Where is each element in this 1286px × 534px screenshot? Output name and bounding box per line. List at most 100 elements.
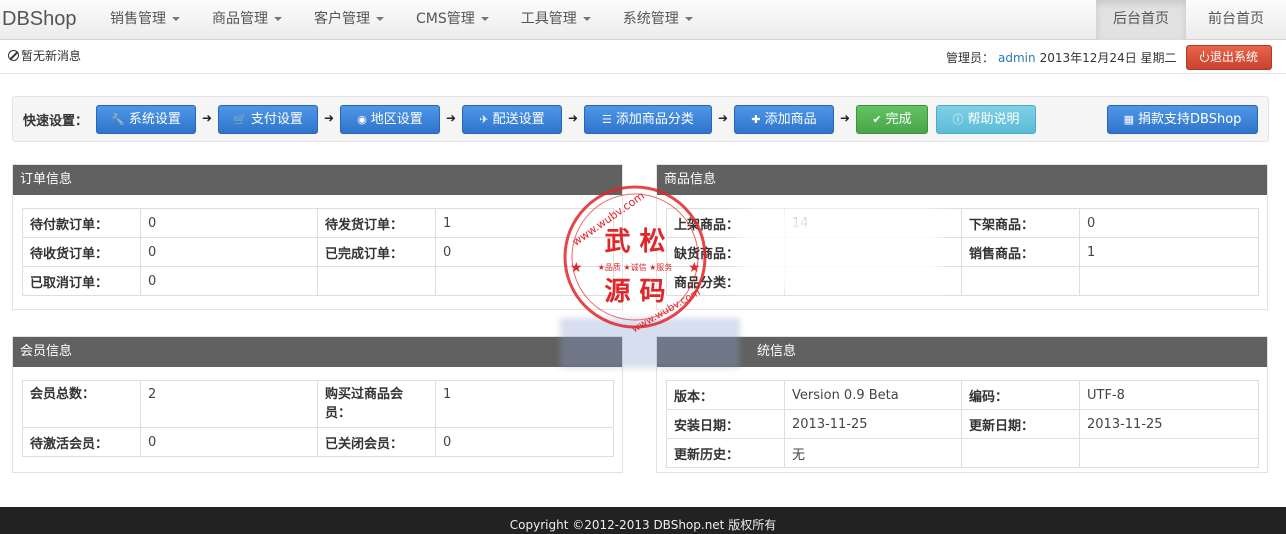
menu-cms[interactable]: CMS管理 [400,0,505,40]
button-label: 支付设置 [250,112,303,127]
star-icon: ★ [570,260,583,276]
menu-tools[interactable]: 工具管理 [505,0,607,40]
table-row: 已取消订单： 0 [22,266,614,296]
menu-system[interactable]: 系统管理 [607,0,709,40]
menu-label: CMS管理 [416,11,475,27]
system-key: 安装日期： [666,409,785,439]
arrow-right-icon: ➜ [840,111,851,125]
caret-down-icon [480,17,489,21]
tab-front-home[interactable]: 前台首页 [1186,0,1286,40]
menu-customers[interactable]: 客户管理 [298,0,400,40]
list-icon: ☰ [602,113,612,126]
table-row: 安装日期： 2013-11-25 更新日期： 2013-11-25 [666,409,1259,439]
system-key [961,438,1080,468]
caret-down-icon [376,17,384,21]
member-key: 已关闭会员： [317,427,436,457]
goods-value: 0 [1079,208,1259,238]
message-notice[interactable]: 暂无新消息 [8,47,81,64]
arrow-right-icon: ➜ [324,111,335,125]
order-value: 0 [140,266,318,296]
member-key: 会员总数： [22,380,141,428]
caret-down-icon [172,17,180,21]
grid-icon: ▦ [1123,113,1134,126]
system-info-table: 版本： Version 0.9 Beta 编码： UTF-8 安装日期： 201… [666,380,1259,468]
caret-down-icon [582,17,591,21]
tab-admin-home[interactable]: 后台首页 [1096,0,1186,40]
order-key: 待收货订单： [22,237,141,267]
caret-down-icon [684,17,693,21]
member-value: 2 [140,380,318,428]
menu-label: 商品管理 [212,11,268,27]
member-key: 购买过商品会员： [317,380,436,428]
button-label: 捐款支持DBShop [1138,112,1242,127]
add-goods-button[interactable]: ✚ 添加商品 [734,105,834,134]
top-navbar: DBShop 销售管理 商品管理 客户管理 CMS管理 工具管理 系统管理 后台… [0,0,1286,40]
nav-right-tabs: 后台首页 前台首页 [1096,0,1286,40]
system-settings-button[interactable]: 🔧 系统设置 [96,105,196,134]
order-key: 已取消订单： [22,266,141,296]
arrow-right-icon: ➜ [202,111,213,125]
quick-setup-label: 快速设置： [23,114,89,129]
status-bar: 暂无新消息 管理员： admin 2013年12月24日 星期二 退出系统 [0,40,1286,74]
globe-icon: ◉ [357,113,367,126]
logout-label: 退出系统 [1209,50,1258,64]
plus-icon: ✚ [751,113,761,126]
button-label: 添加商品 [764,112,817,127]
order-info-table: 待付款订单： 0 待发货订单： 1 待收货订单： 0 已完成订单： 0 已取消订… [22,208,614,296]
member-value: 0 [435,427,614,457]
notice-text: 暂无新消息 [21,49,82,63]
goods-key: 下架商品： [961,208,1080,238]
menu-label: 客户管理 [314,11,370,27]
system-value: UTF-8 [1079,380,1259,410]
logout-button[interactable]: 退出系统 [1186,45,1272,70]
system-key: 版本： [666,380,785,410]
system-value [1079,438,1259,468]
brand-logo[interactable]: DBShop [2,8,77,31]
goods-key: 销售商品： [961,237,1080,267]
button-label: 配送设置 [492,112,545,127]
menu-sales[interactable]: 销售管理 [94,0,196,40]
order-key [317,266,436,296]
system-value: 2013-11-25 [784,409,962,439]
panel-title: 统信息 [657,337,1267,367]
table-row: 会员总数： 2 购买过商品会员： 1 [22,380,614,428]
ban-icon [8,50,19,61]
admin-name-link[interactable]: admin [998,51,1036,65]
order-key: 待付款订单： [22,208,141,238]
arrow-right-icon: ➜ [568,111,579,125]
add-category-button[interactable]: ☰ 添加商品分类 [584,105,712,134]
order-value: 0 [140,208,318,238]
table-row: 待激活会员： 0 已关闭会员： 0 [22,427,614,457]
watermark-slogan: ★品质 ★诚信 ★服务 [598,262,673,272]
system-info-panel: 统信息 版本： Version 0.9 Beta 编码： UTF-8 安装日期：… [656,336,1268,473]
member-info-table: 会员总数： 2 购买过商品会员： 1 待激活会员： 0 已关闭会员： 0 [22,380,614,457]
finish-button[interactable]: ✔ 完成 [856,105,928,134]
plane-icon: ✈ [479,113,489,126]
menu-label: 销售管理 [110,11,166,27]
watermark-name-top: 武 松 [604,227,665,257]
panel-title: 会员信息 [13,337,622,367]
donate-button[interactable]: ▦ 捐款支持DBShop [1107,105,1258,134]
arrow-right-icon: ➜ [718,111,729,125]
table-row: 待收货订单： 0 已完成订单： 0 [22,237,614,267]
region-settings-button[interactable]: ◉ 地区设置 [340,105,440,134]
goods-key [961,266,1080,296]
order-key: 待发货订单： [317,208,436,238]
delivery-settings-button[interactable]: ✈ 配送设置 [462,105,562,134]
panel-title: 订单信息 [13,165,622,195]
main-menu: 销售管理 商品管理 客户管理 CMS管理 工具管理 系统管理 [94,0,709,40]
watermark-stamp-icon: www.wubv.com 武 松 ★品质 ★诚信 ★服务 源 码 www.wub… [563,185,707,332]
goods-value [1079,266,1259,296]
footer: Copyright ©2012-2013 DBShop.net 版权所有 [0,507,1286,534]
order-info-panel: 订单信息 待付款订单： 0 待发货订单： 1 待收货订单： 0 已完成订单： 0… [12,164,623,310]
watermark-name-bottom: 源 码 [604,277,665,307]
menu-goods[interactable]: 商品管理 [196,0,298,40]
admin-info: 管理员： admin 2013年12月24日 星期二 [946,49,1177,66]
arrow-right-icon: ➜ [446,111,457,125]
help-button[interactable]: ⓘ 帮助说明 [936,105,1036,134]
table-row: 版本： Version 0.9 Beta 编码： UTF-8 [666,380,1259,410]
check-icon: ✔ [872,113,882,126]
payment-settings-button[interactable]: 🛒 支付设置 [218,105,318,134]
blur-artifact [740,210,940,290]
system-value: 无 [784,438,962,468]
